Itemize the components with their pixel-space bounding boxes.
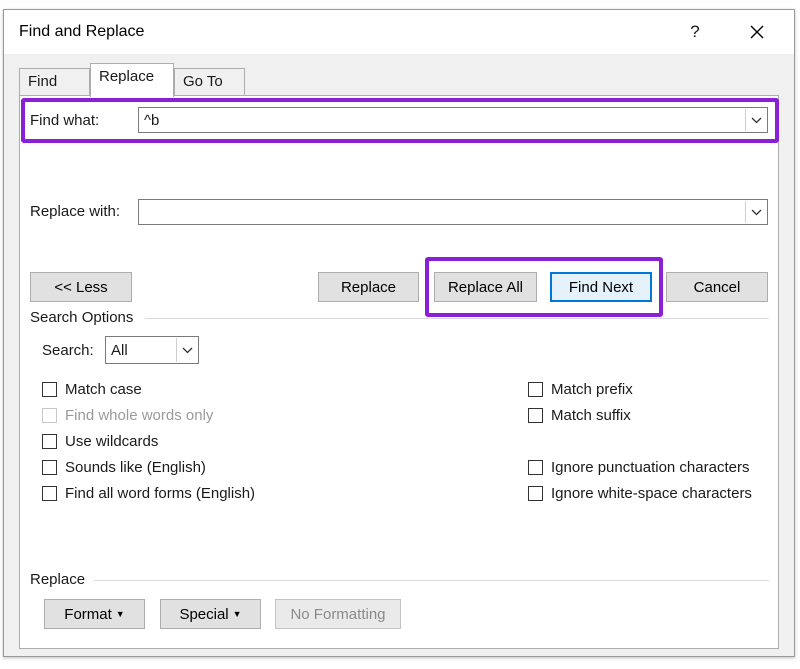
checkbox-box[interactable] (528, 486, 543, 501)
whole-words-checkbox: Find whole words only (42, 407, 213, 424)
dialog-title: Find and Replace (19, 23, 145, 40)
dropdown-arrow-icon: ▼ (115, 609, 125, 619)
find-what-value: ^b (144, 112, 160, 129)
checkbox-box[interactable] (42, 486, 57, 501)
search-label: Search: (42, 342, 94, 359)
replace-button[interactable]: Replace (318, 272, 419, 302)
replace-all-button[interactable]: Replace All (434, 272, 537, 302)
format-label: Format (64, 605, 112, 623)
chevron-down-icon (182, 347, 192, 353)
find-replace-dialog: Find and Replace ? Find Replace Go To Fi… (3, 9, 795, 657)
find-what-dropdown[interactable] (745, 109, 766, 131)
use-wildcards-checkbox[interactable]: Use wildcards (42, 433, 158, 450)
checkbox-box[interactable] (528, 382, 543, 397)
sounds-like-label: Sounds like (English) (65, 459, 206, 476)
sounds-like-checkbox[interactable]: Sounds like (English) (42, 459, 206, 476)
format-button[interactable]: Format ▼ (44, 599, 145, 629)
chevron-down-icon (751, 117, 761, 123)
search-direction-value: All (111, 342, 128, 359)
checkbox-box[interactable] (42, 434, 57, 449)
replace-section-title: Replace (30, 571, 86, 588)
replace-section-divider (94, 580, 769, 581)
match-case-checkbox[interactable]: Match case (42, 381, 142, 398)
cancel-button[interactable]: Cancel (666, 272, 768, 302)
no-formatting-button: No Formatting (275, 599, 401, 629)
help-icon: ? (690, 22, 700, 41)
whole-words-label: Find whole words only (65, 407, 214, 424)
replace-tab-panel: Find what: ^b Replace with: << Less Repl… (19, 95, 779, 649)
use-wildcards-label: Use wildcards (65, 433, 159, 450)
find-next-button[interactable]: Find Next (550, 272, 652, 302)
tab-go-to[interactable]: Go To (174, 68, 245, 96)
close-icon (750, 25, 764, 39)
help-button[interactable]: ? (672, 16, 718, 48)
match-prefix-checkbox[interactable]: Match prefix (528, 381, 633, 398)
title-bar: Find and Replace ? (4, 10, 794, 54)
ignore-whitespace-label: Ignore white-space characters (551, 485, 752, 502)
tab-find[interactable]: Find (19, 68, 90, 96)
checkbox-box[interactable] (42, 382, 57, 397)
replace-with-field[interactable] (138, 199, 768, 225)
chevron-down-icon (751, 209, 761, 215)
replace-with-dropdown[interactable] (745, 201, 766, 223)
replace-with-label: Replace with: (30, 203, 121, 220)
search-options-divider (145, 318, 769, 319)
special-button[interactable]: Special ▼ (160, 599, 261, 629)
checkbox-box (42, 408, 57, 423)
search-direction-dropdown[interactable] (176, 338, 197, 362)
close-button[interactable] (734, 16, 780, 48)
ignore-punctuation-checkbox[interactable]: Ignore punctuation characters (528, 459, 749, 476)
special-label: Special (179, 605, 229, 623)
checkbox-box[interactable] (528, 408, 543, 423)
ignore-punctuation-label: Ignore punctuation characters (551, 459, 750, 476)
match-suffix-label: Match suffix (551, 407, 631, 424)
find-what-field[interactable]: ^b (138, 107, 768, 133)
match-case-label: Match case (65, 381, 142, 398)
dropdown-arrow-icon: ▼ (232, 609, 242, 619)
ignore-whitespace-checkbox[interactable]: Ignore white-space characters (528, 485, 752, 502)
checkbox-box[interactable] (528, 460, 543, 475)
less-button[interactable]: << Less (30, 272, 132, 302)
word-forms-checkbox[interactable]: Find all word forms (English) (42, 485, 255, 502)
match-suffix-checkbox[interactable]: Match suffix (528, 407, 631, 424)
checkbox-box[interactable] (42, 460, 57, 475)
search-options-title: Search Options (30, 309, 134, 326)
tab-replace[interactable]: Replace (90, 63, 174, 97)
match-prefix-label: Match prefix (551, 381, 633, 398)
word-forms-label: Find all word forms (English) (65, 485, 256, 502)
find-what-label: Find what: (30, 112, 100, 129)
search-direction-select[interactable]: All (105, 336, 199, 364)
